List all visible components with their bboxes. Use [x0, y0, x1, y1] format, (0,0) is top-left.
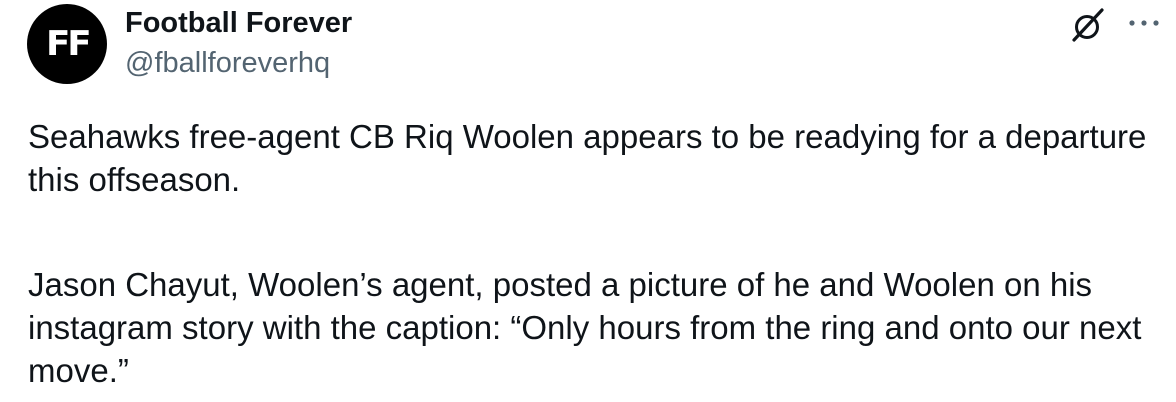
avatar-logo-text: FF [45, 24, 92, 64]
grok-icon[interactable] [1067, 5, 1107, 45]
user-handle[interactable]: @fballforeverhq [125, 45, 330, 81]
tweet-text-paragraph-2: Jason Chayut, Woolen’s agent, posted a p… [28, 266, 1142, 389]
avatar[interactable]: FF [27, 4, 107, 84]
display-name[interactable]: Football Forever [125, 5, 352, 41]
tweet-text-paragraph-1: Seahawks free-agent CB Riq Woolen appear… [28, 118, 1147, 198]
tweet-card: FF Football Forever @fballforeverhq Seah… [0, 0, 1176, 402]
more-options-icon[interactable] [1124, 13, 1164, 33]
